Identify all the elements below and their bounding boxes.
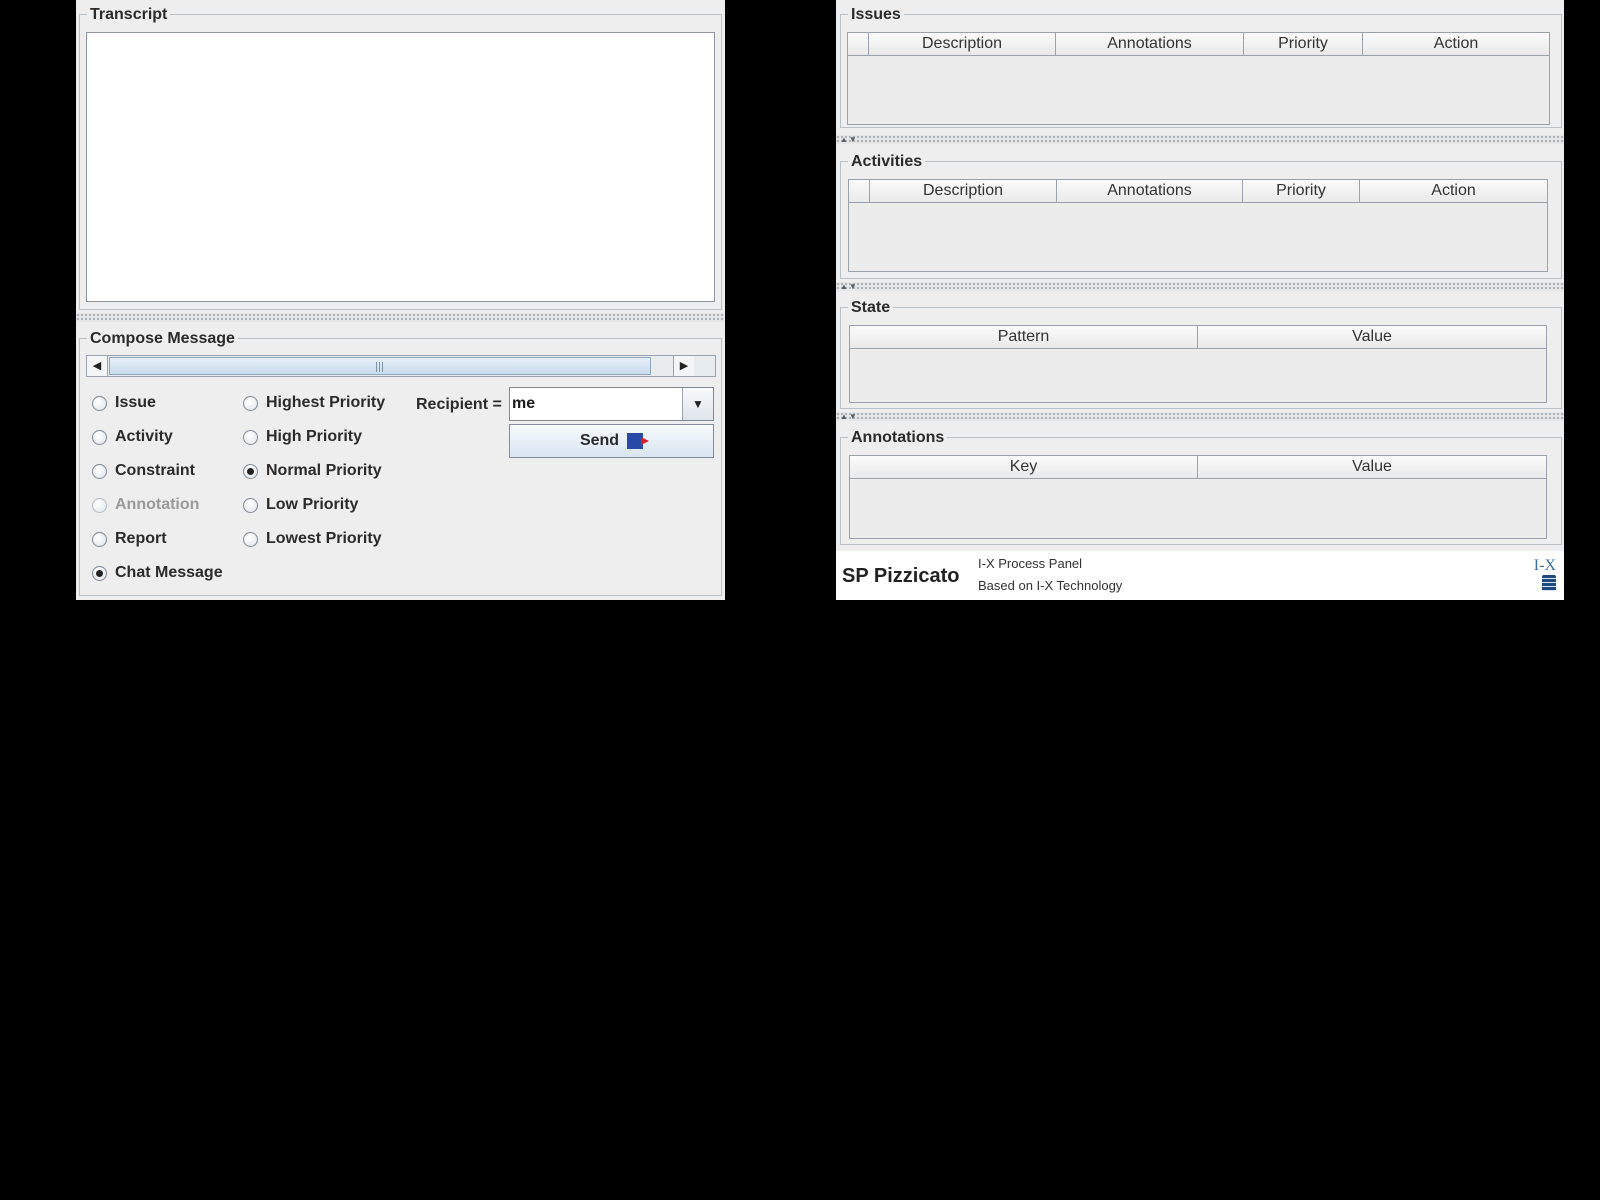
issues-title: Issues xyxy=(848,6,904,24)
radio-low-priority[interactable]: Low Priority xyxy=(243,496,358,514)
radio-dot-icon xyxy=(92,463,107,479)
compose-title: Compose Message xyxy=(87,330,238,348)
radio-high-priority[interactable]: High Priority xyxy=(243,428,362,446)
scroll-thumb[interactable] xyxy=(109,357,651,375)
activities-table[interactable]: Description Annotations Priority Action xyxy=(848,179,1548,272)
activities-table-header: Description Annotations Priority Action xyxy=(849,180,1547,203)
col-priority[interactable]: Priority xyxy=(1244,33,1363,55)
radio-dot-icon xyxy=(243,429,258,445)
radio-constraint[interactable]: Constraint xyxy=(92,462,195,480)
issues-table-header: Description Annotations Priority Action xyxy=(848,33,1549,56)
radio-normal-priority[interactable]: Normal Priority xyxy=(243,462,382,480)
radio-dot-icon xyxy=(243,531,258,547)
col-marker[interactable] xyxy=(848,33,869,55)
document-icon[interactable] xyxy=(1542,575,1556,591)
col-annotations[interactable]: Annotations xyxy=(1056,33,1244,55)
recipient-label: Recipient = xyxy=(416,396,502,413)
ix-logo: I-X xyxy=(1533,557,1556,574)
radio-dot-icon xyxy=(92,497,107,513)
col-value[interactable]: Value xyxy=(1198,456,1546,478)
radio-dot-selected-icon xyxy=(92,565,107,581)
radio-annotation[interactable]: Annotation xyxy=(92,496,199,514)
transcript-group: Transcript xyxy=(79,6,722,310)
process-panel-window: Issues Description Annotations Priority … xyxy=(836,0,1564,600)
footer-banner: SP Pizzicato I-X Process Panel Based on … xyxy=(836,551,1564,600)
radio-dot-icon xyxy=(243,497,258,513)
product-line: I-X Process Panel xyxy=(978,556,1083,571)
annotations-title: Annotations xyxy=(848,429,948,447)
radio-issue[interactable]: Issue xyxy=(92,394,156,412)
state-table-header: Pattern Value xyxy=(850,326,1546,349)
issues-table[interactable]: Description Annotations Priority Action xyxy=(847,32,1550,125)
state-group: State Pattern Value xyxy=(840,299,1562,409)
radio-dot-icon xyxy=(92,531,107,547)
compose-message-group: Compose Message ◀ ▶ Issue Activity Const… xyxy=(79,330,722,596)
compose-text-scrollbar[interactable]: ◀ ▶ xyxy=(86,355,716,377)
state-table[interactable]: Pattern Value xyxy=(849,325,1547,403)
col-marker[interactable] xyxy=(849,180,870,202)
left-splitter[interactable] xyxy=(76,313,725,322)
radio-dot-icon xyxy=(243,395,258,411)
col-action[interactable]: Action xyxy=(1363,33,1549,55)
col-annotations[interactable]: Annotations xyxy=(1057,180,1243,202)
recipient-combo[interactable]: me ▼ xyxy=(509,387,714,421)
split-arrows-icon[interactable]: ▲▼ xyxy=(840,412,858,421)
activities-splitter[interactable]: ▲▼ xyxy=(836,282,1564,291)
annotations-group: Annotations Key Value xyxy=(840,429,1562,545)
annotations-table[interactable]: Key Value xyxy=(849,455,1547,539)
split-arrows-icon[interactable]: ▲▼ xyxy=(840,135,858,144)
send-message-icon xyxy=(627,433,650,449)
issues-group: Issues Description Annotations Priority … xyxy=(840,6,1562,128)
technology-line: Based on I-X Technology xyxy=(978,578,1123,593)
brand-name: SP Pizzicato xyxy=(842,565,960,587)
col-description[interactable]: Description xyxy=(870,180,1057,202)
issues-splitter[interactable]: ▲▼ xyxy=(836,135,1564,144)
activities-title: Activities xyxy=(848,153,926,171)
activities-group: Activities Description Annotations Prior… xyxy=(840,153,1562,279)
chevron-down-icon[interactable]: ▼ xyxy=(682,388,713,420)
split-arrows-icon[interactable]: ▲▼ xyxy=(840,282,858,291)
radio-lowest-priority[interactable]: Lowest Priority xyxy=(243,530,382,548)
transcript-area[interactable] xyxy=(86,32,715,302)
recipient-value: me xyxy=(512,395,536,412)
col-key[interactable]: Key xyxy=(850,456,1198,478)
radio-dot-selected-icon xyxy=(243,463,258,479)
messenger-window: Transcript Compose Message ◀ ▶ Issue Act… xyxy=(76,0,725,600)
col-pattern[interactable]: Pattern xyxy=(850,326,1198,348)
radio-highest-priority[interactable]: Highest Priority xyxy=(243,394,385,412)
col-value[interactable]: Value xyxy=(1198,326,1546,348)
radio-dot-icon xyxy=(92,395,107,411)
radio-activity[interactable]: Activity xyxy=(92,428,173,446)
state-title: State xyxy=(848,299,894,317)
col-priority[interactable]: Priority xyxy=(1243,180,1360,202)
scroll-left-icon[interactable]: ◀ xyxy=(87,356,108,376)
send-button[interactable]: Send xyxy=(509,424,714,458)
radio-dot-icon xyxy=(92,429,107,445)
scroll-right-icon[interactable]: ▶ xyxy=(673,356,694,376)
state-splitter[interactable]: ▲▼ xyxy=(836,412,1564,421)
radio-report[interactable]: Report xyxy=(92,530,167,548)
transcript-title: Transcript xyxy=(87,6,171,24)
col-action[interactable]: Action xyxy=(1360,180,1547,202)
radio-chat-message[interactable]: Chat Message xyxy=(92,564,223,582)
col-description[interactable]: Description xyxy=(869,33,1056,55)
annotations-table-header: Key Value xyxy=(850,456,1546,479)
